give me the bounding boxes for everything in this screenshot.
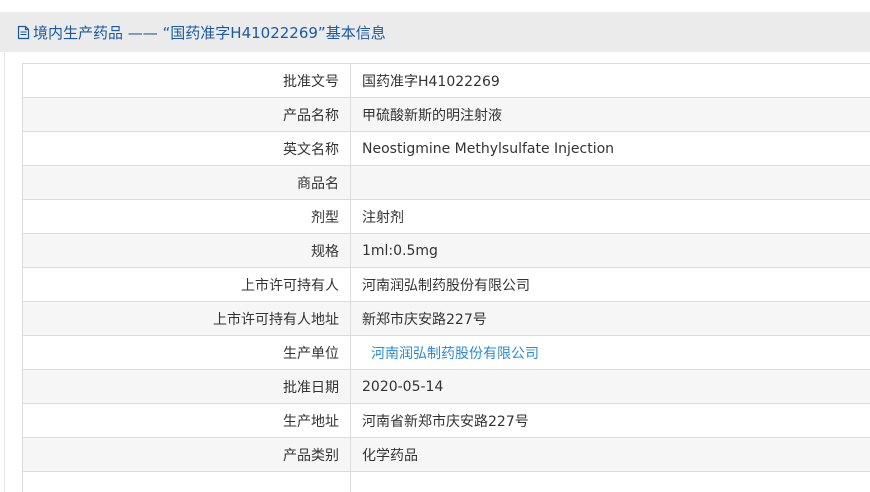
- table-row: 商品名: [22, 165, 870, 200]
- field-label: 上市许可持有人地址: [22, 301, 351, 336]
- field-value: 新郑市庆安路227号: [350, 301, 870, 336]
- drug-info-table: 批准文号 国药准字H41022269 产品名称 甲硫酸新斯的明注射液 英文名称 …: [22, 63, 870, 492]
- page: 境内生产药品 —— “国药准字H41022269”基本信息 批准文号 国药准字H…: [0, 0, 870, 492]
- table-row: 产品类别 化学药品: [22, 437, 870, 472]
- field-label: 产品类别: [22, 437, 351, 472]
- table-row: 剂型 注射剂: [22, 199, 870, 234]
- field-label-empty: [22, 471, 351, 492]
- table-row: 产品名称 甲硫酸新斯的明注射液: [22, 97, 870, 132]
- field-value: 甲硫酸新斯的明注射液: [350, 97, 870, 132]
- field-label: 产品名称: [22, 97, 351, 132]
- table-row: 上市许可持有人 河南润弘制药股份有限公司: [22, 267, 870, 302]
- field-value-empty: [350, 471, 870, 492]
- field-label: 规格: [22, 233, 351, 268]
- table-row: 批准文号 国药准字H41022269: [22, 63, 870, 98]
- field-label: 上市许可持有人: [22, 267, 351, 302]
- table-row: 英文名称 Neostigmine Methylsulfate Injection: [22, 131, 870, 166]
- field-label: 剂型: [22, 199, 351, 234]
- field-value: 2020-05-14: [350, 369, 870, 404]
- page-title: 境内生产药品 —— “国药准字H41022269”基本信息: [33, 23, 386, 42]
- table-row: 生产单位 河南润弘制药股份有限公司: [22, 335, 870, 370]
- field-label: 批准文号: [22, 63, 351, 98]
- field-value: 1ml:0.5mg: [350, 233, 870, 268]
- document-icon: [17, 25, 30, 39]
- field-value: 化学药品: [350, 437, 870, 472]
- table-row: 上市许可持有人地址 新郑市庆安路227号: [22, 301, 870, 336]
- field-label: 批准日期: [22, 369, 351, 404]
- field-value: [350, 165, 870, 200]
- field-label: 生产单位: [22, 335, 351, 370]
- field-value-cell: 河南润弘制药股份有限公司: [350, 335, 870, 370]
- field-value: Neostigmine Methylsulfate Injection: [350, 131, 870, 166]
- field-label: 英文名称: [22, 131, 351, 166]
- field-label: 生产地址: [22, 403, 351, 438]
- section-header: 境内生产药品 —— “国药准字H41022269”基本信息: [0, 12, 870, 52]
- field-value: 国药准字H41022269: [350, 63, 870, 98]
- table-row: 生产地址 河南省新郑市庆安路227号: [22, 403, 870, 438]
- manufacturer-link[interactable]: 河南润弘制药股份有限公司: [362, 346, 539, 362]
- table-row: 规格 1ml:0.5mg: [22, 233, 870, 268]
- field-value: 河南润弘制药股份有限公司: [350, 267, 870, 302]
- table-row: [22, 471, 870, 492]
- field-label: 商品名: [22, 165, 351, 200]
- field-value: 河南省新郑市庆安路227号: [350, 403, 870, 438]
- table-row: 批准日期 2020-05-14: [22, 369, 870, 404]
- info-card: 批准文号 国药准字H41022269 产品名称 甲硫酸新斯的明注射液 英文名称 …: [4, 52, 870, 492]
- field-value: 注射剂: [350, 199, 870, 234]
